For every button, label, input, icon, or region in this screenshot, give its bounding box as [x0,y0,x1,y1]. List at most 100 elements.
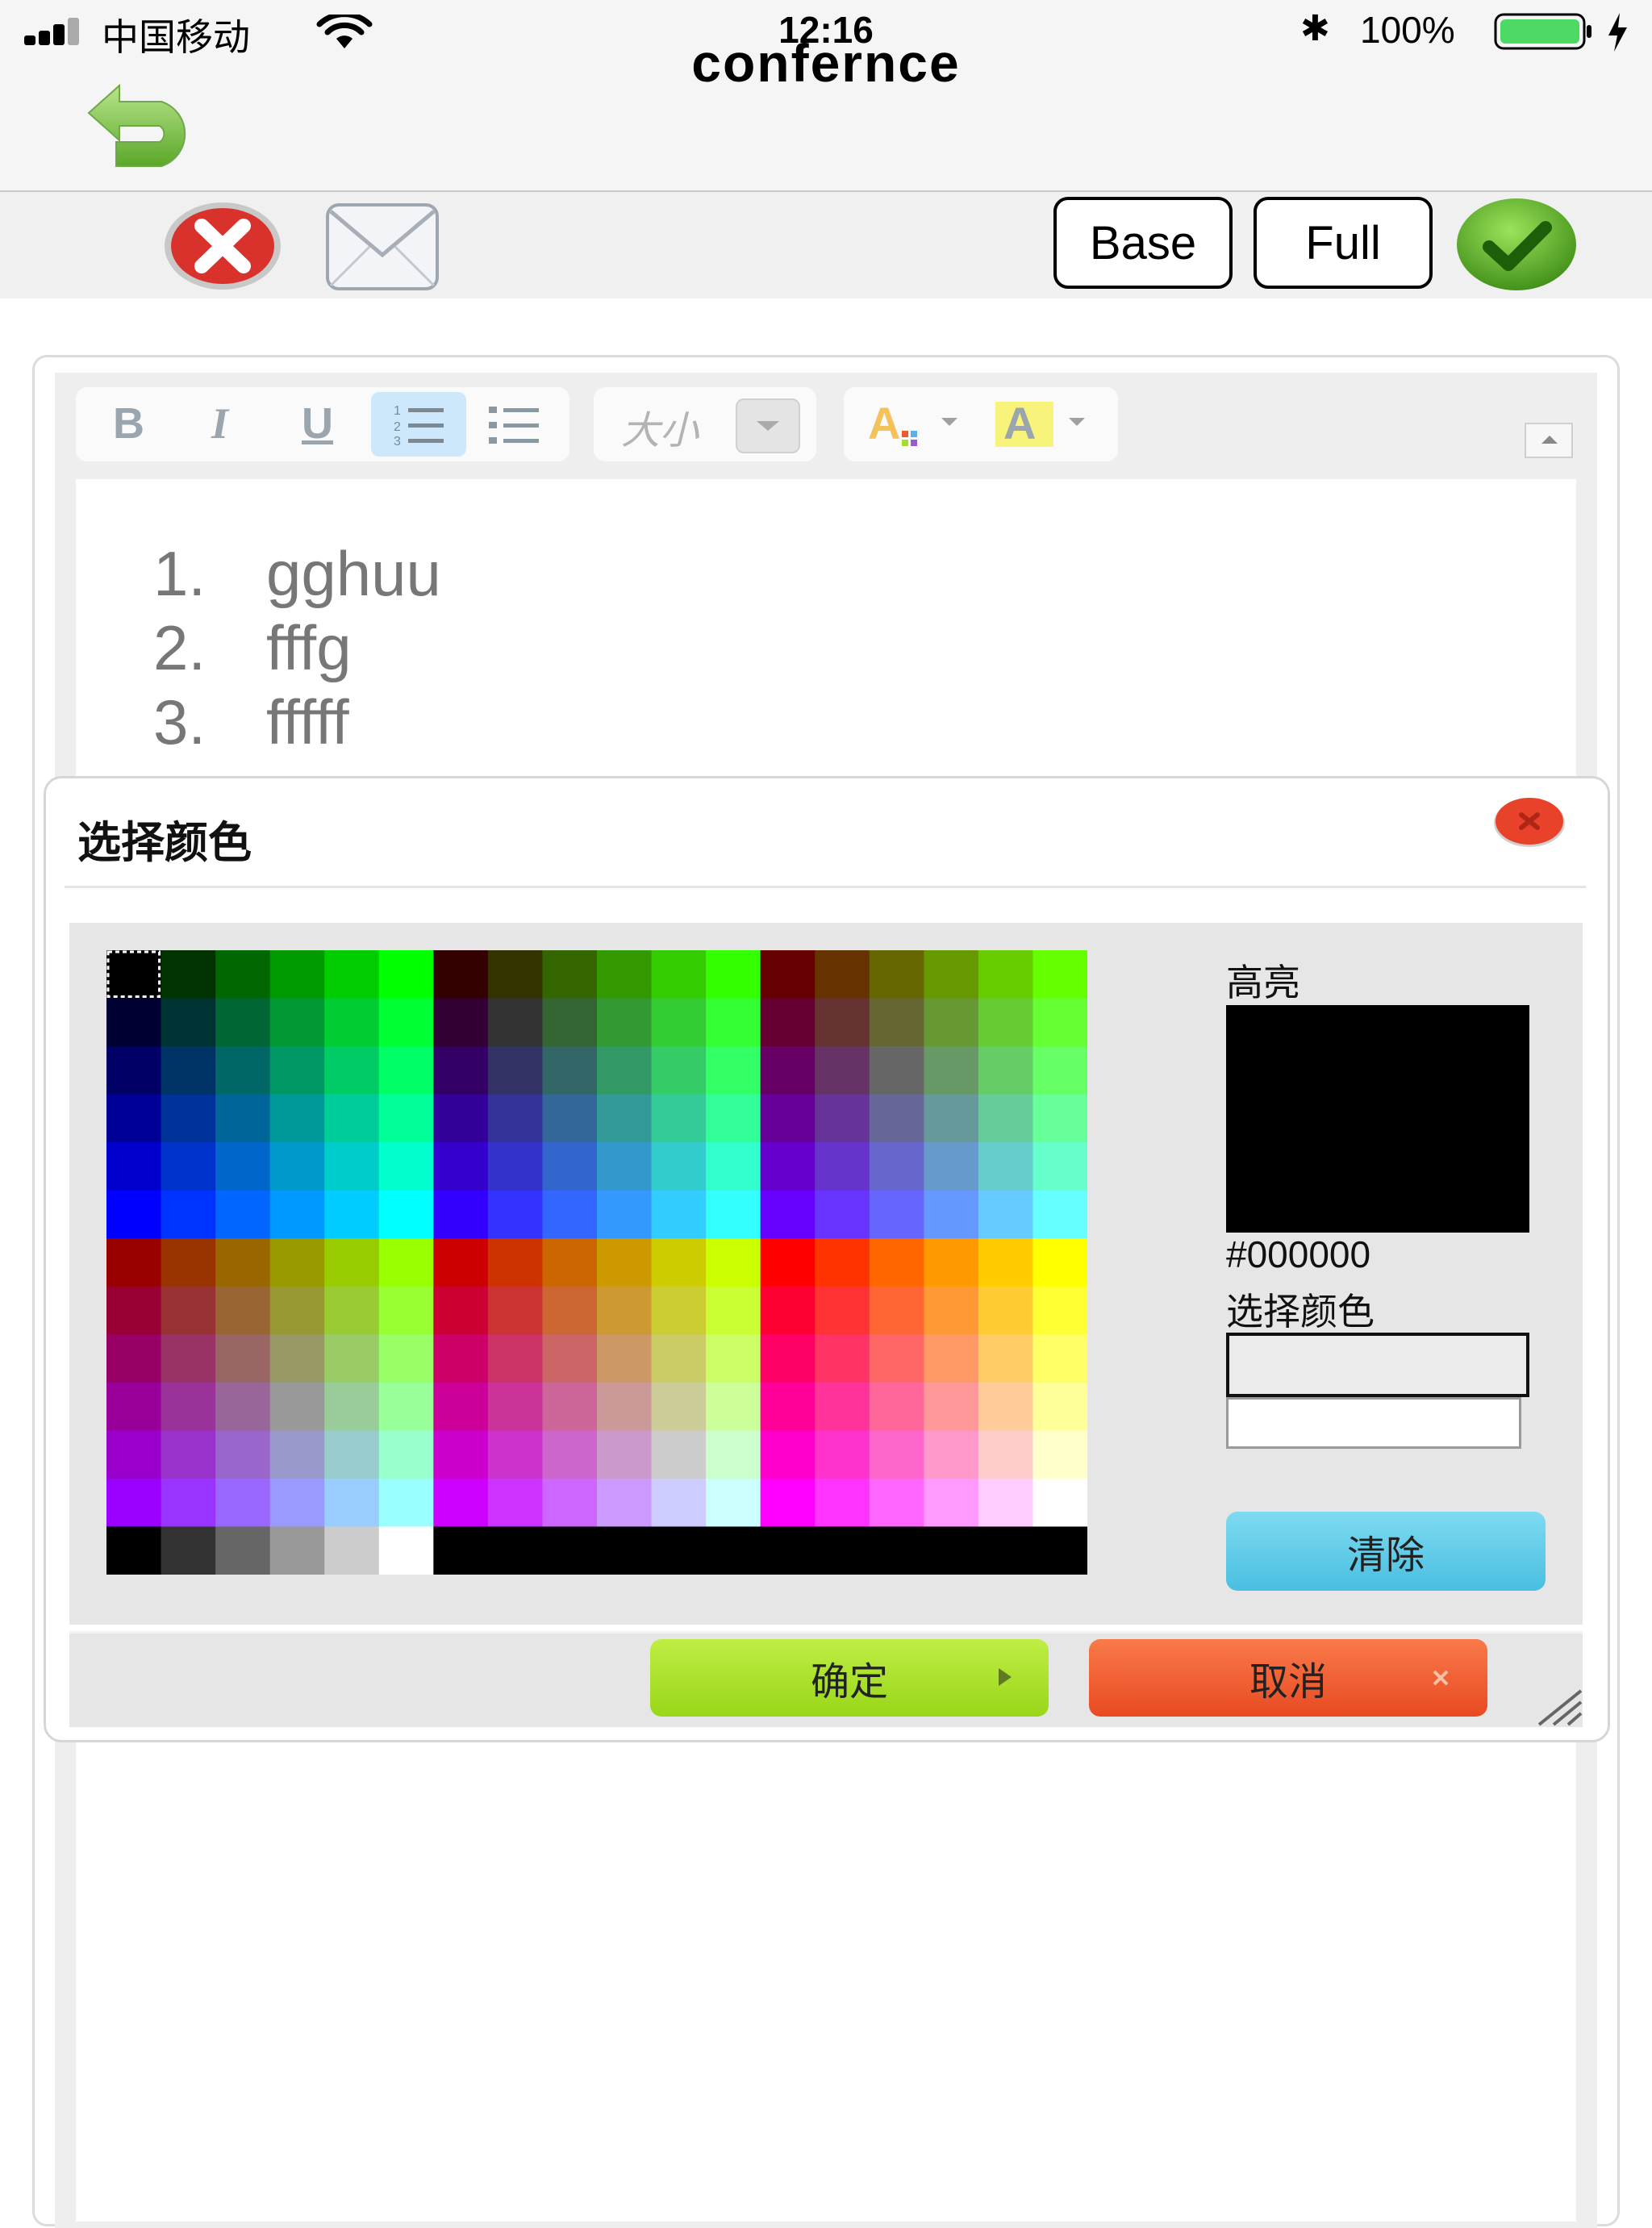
color-swatch[interactable] [651,1334,707,1383]
color-swatch[interactable] [269,998,325,1047]
color-swatch[interactable] [542,1142,598,1191]
color-swatch[interactable] [651,998,707,1047]
chevron-down-icon[interactable] [1068,416,1086,428]
color-swatch[interactable] [706,1478,761,1528]
base-button[interactable]: Base [1053,197,1233,289]
color-swatch[interactable] [815,1478,870,1528]
color-swatch[interactable] [433,1334,489,1383]
color-swatch[interactable] [215,950,271,999]
color-swatch[interactable] [378,1478,434,1528]
color-swatch[interactable] [378,1142,434,1191]
color-swatch[interactable] [324,1286,380,1335]
color-swatch[interactable] [161,1190,216,1239]
color-swatch[interactable] [542,1334,598,1383]
color-swatch[interactable] [978,1046,1034,1095]
color-swatch[interactable] [760,950,816,999]
color-swatch[interactable] [597,1190,653,1239]
color-swatch[interactable] [487,1094,544,1143]
color-swatch[interactable] [924,1382,979,1431]
full-button[interactable]: Full [1254,197,1433,289]
color-swatch[interactable] [815,1334,870,1383]
color-palette[interactable] [106,950,1087,1575]
color-swatch[interactable] [324,1430,380,1479]
color-swatch[interactable] [706,1526,761,1575]
color-swatch[interactable] [924,1190,979,1239]
color-swatch[interactable] [542,1382,598,1431]
color-swatch[interactable] [161,1286,216,1335]
color-swatch[interactable] [651,1526,707,1575]
color-swatch[interactable] [215,1382,271,1431]
italic-icon[interactable]: I [211,398,228,449]
color-swatch[interactable] [542,1238,598,1287]
color-swatch[interactable] [869,1478,924,1528]
color-swatch[interactable] [161,1478,216,1528]
color-swatch[interactable] [597,1094,653,1143]
color-swatch[interactable] [269,1046,325,1095]
color-swatch[interactable] [161,1046,216,1095]
color-swatch[interactable] [651,950,707,999]
color-swatch[interactable] [378,1286,434,1335]
color-swatch[interactable] [597,950,653,999]
color-swatch[interactable] [433,1430,489,1479]
color-swatch[interactable] [651,1430,707,1479]
color-swatch[interactable] [869,1238,924,1287]
color-swatch[interactable] [706,1238,761,1287]
color-swatch[interactable] [106,1094,162,1143]
color-swatch[interactable] [433,1238,489,1287]
color-swatch[interactable] [106,1334,162,1383]
color-swatch[interactable] [542,1526,598,1575]
color-swatch[interactable] [433,1046,489,1095]
color-swatch[interactable] [760,1334,816,1383]
cancel-button[interactable]: 取消 [1089,1639,1487,1717]
color-swatch[interactable] [542,1430,598,1479]
color-swatch[interactable] [433,1142,489,1191]
ok-button[interactable]: 确定 [650,1639,1049,1717]
color-swatch[interactable] [106,998,162,1047]
color-swatch[interactable] [760,1382,816,1431]
color-swatch[interactable] [215,1286,271,1335]
color-swatch[interactable] [651,1238,707,1287]
color-swatch[interactable] [324,1142,380,1191]
color-swatch[interactable] [978,1478,1034,1528]
color-swatch[interactable] [378,950,434,999]
color-swatch[interactable] [1032,1286,1087,1335]
color-swatch[interactable] [760,998,816,1047]
color-swatch[interactable] [1032,998,1087,1047]
color-swatch[interactable] [161,1526,216,1575]
color-swatch[interactable] [542,1046,598,1095]
color-swatch[interactable] [106,1478,162,1528]
color-swatch[interactable] [1032,1526,1087,1575]
ordered-list-button[interactable]: 1 2 3 [371,392,466,457]
color-swatch[interactable] [760,1478,816,1528]
color-swatch[interactable] [269,1334,325,1383]
color-swatch[interactable] [924,950,979,999]
color-swatch[interactable] [106,1382,162,1431]
color-swatch[interactable] [597,1382,653,1431]
color-swatch[interactable] [706,1334,761,1383]
color-swatch[interactable] [487,1382,544,1431]
color-swatch[interactable] [433,1094,489,1143]
underline-icon[interactable]: U [302,398,333,449]
color-swatch[interactable] [324,1046,380,1095]
color-swatch[interactable] [651,1046,707,1095]
color-swatch[interactable] [542,1094,598,1143]
color-swatch[interactable] [760,1430,816,1479]
color-swatch[interactable] [597,998,653,1047]
color-swatch[interactable] [597,1478,653,1528]
color-swatch[interactable] [324,1190,380,1239]
color-swatch[interactable] [487,1526,544,1575]
color-swatch[interactable] [542,998,598,1047]
color-swatch[interactable] [106,1286,162,1335]
color-swatch[interactable] [487,1334,544,1383]
color-swatch[interactable] [924,1094,979,1143]
color-swatch[interactable] [597,1142,653,1191]
color-swatch[interactable] [269,1190,325,1239]
color-swatch[interactable] [161,1094,216,1143]
color-swatch[interactable] [760,1526,816,1575]
color-swatch[interactable] [978,950,1034,999]
color-swatch[interactable] [869,1286,924,1335]
mail-icon[interactable] [324,202,440,292]
color-swatch[interactable] [215,1430,271,1479]
collapse-toolbar-button[interactable] [1525,423,1573,458]
resize-handle-icon[interactable] [1533,1686,1584,1726]
